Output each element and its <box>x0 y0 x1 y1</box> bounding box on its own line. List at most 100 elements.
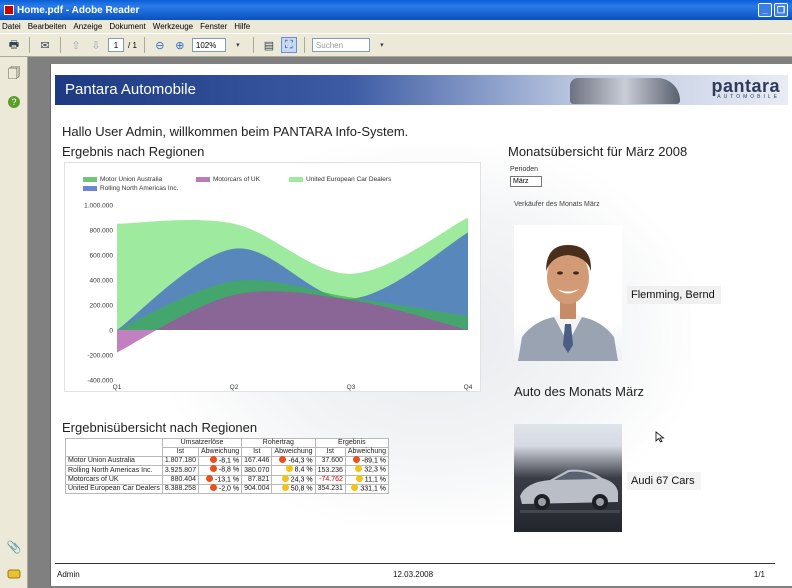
data-point <box>116 223 118 225</box>
data-point <box>467 217 469 219</box>
page-number-input[interactable]: 1 <box>108 38 124 52</box>
deviation-value: -13,1 % <box>215 476 240 484</box>
data-point <box>233 294 235 296</box>
collaborate-icon[interactable]: ✉ <box>37 37 53 53</box>
next-page-icon[interactable]: ⇩ <box>88 37 104 53</box>
results-table-title: Ergebnisübersicht nach Regionen <box>62 420 258 435</box>
y-tick-label: 200.000 <box>90 303 114 310</box>
search-options-icon[interactable]: ▾ <box>374 37 390 53</box>
data-point <box>233 223 235 225</box>
car-name: Audi 67 Cars <box>627 472 701 490</box>
menu-hilfe[interactable]: Hilfe <box>234 22 250 31</box>
zoom-in-icon[interactable]: ⊕ <box>172 37 188 53</box>
table-cell-deviation: 8,4 % <box>271 465 316 476</box>
toolbar-divider <box>252 37 254 53</box>
table-cell-deviation: -8,1 % <box>197 455 243 467</box>
banner-car-image <box>570 78 680 104</box>
status-indicator-icon <box>352 456 360 463</box>
data-point <box>233 280 235 282</box>
y-tick-label: -200.000 <box>87 353 113 360</box>
table-cell-deviation: 32,3 % <box>344 465 390 476</box>
toolbar-divider <box>143 37 145 53</box>
zoom-select[interactable]: 102% <box>191 38 226 52</box>
menu-fenster[interactable]: Fenster <box>200 22 227 31</box>
toolbar-divider <box>60 37 61 53</box>
table-cell-value: -74.762 <box>314 474 346 486</box>
menu-dokument[interactable]: Dokument <box>109 22 145 31</box>
zoom-out-icon[interactable]: ⊖ <box>152 37 168 53</box>
table-cell-value: 37.600 <box>314 455 346 467</box>
data-point <box>350 273 352 275</box>
document-area[interactable]: Pantara Automobile pantara AUTOMOBILE Ha… <box>28 57 792 588</box>
seller-photo <box>514 225 622 361</box>
help-icon[interactable]: ? <box>6 95 22 111</box>
x-tick-label: Q3 <box>347 384 356 391</box>
footer-user: Admin <box>57 570 80 579</box>
chevron-down-icon[interactable]: ▾ <box>230 37 246 53</box>
table-cell-value: 167.446 <box>241 455 273 467</box>
status-indicator-icon <box>209 484 217 492</box>
x-tick-label: Q4 <box>464 384 473 391</box>
pdf-page: Pantara Automobile pantara AUTOMOBILE Ha… <box>50 64 792 586</box>
table-header-empty <box>65 447 163 457</box>
table-cell-value: 880.404 <box>161 474 199 486</box>
table-cell-value: 153.236 <box>314 465 346 476</box>
deviation-value: -8,8 % <box>218 466 240 474</box>
table-cell-value: 380.070 <box>241 465 273 476</box>
table-cell-value: 354.231 <box>314 484 346 495</box>
pantara-logo: pantara AUTOMOBILE <box>711 76 780 100</box>
table-cell-value: 3.925.807 <box>161 465 199 476</box>
status-indicator-icon <box>351 484 359 492</box>
toolbar-divider <box>303 37 305 53</box>
toolbar: 🖶 ✉ ⇧ ⇩ 1 / 1 ⊖ ⊕ 102% ▾ ▤ ⛶ Suchen ▾ <box>0 33 792 57</box>
previous-page-icon[interactable]: ⇧ <box>68 37 84 53</box>
seller-name: Flemming, Bernd <box>627 286 721 304</box>
window-title: Home.pdf - Adobe Reader <box>17 4 140 16</box>
table-cell-region: Motorcars of UK <box>65 474 163 486</box>
menu-werkzeuge[interactable]: Werkzeuge <box>153 22 193 31</box>
table-subheader-row: Ist Abweichung Ist Abweichung Ist Abweic… <box>65 447 390 457</box>
x-tick-label: Q1 <box>113 384 122 391</box>
table-cell-value: 904.004 <box>241 484 273 495</box>
data-point <box>233 248 235 250</box>
deviation-value: 32,3 % <box>364 466 387 474</box>
menu-anzeige[interactable]: Anzeige <box>73 22 102 31</box>
footer-date: 12.03.2008 <box>393 570 434 579</box>
table-cell-value: 8.388.258 <box>161 484 199 495</box>
table-cell-region: Rolling North Americas Inc. <box>65 465 163 476</box>
period-select[interactable]: März <box>510 176 542 187</box>
status-indicator-icon <box>355 465 363 473</box>
table-header-row: Umsatzerlöse Rohertrag Ergebnis <box>65 438 390 448</box>
deviation-value: 11,1 % <box>364 476 387 484</box>
mouse-cursor-icon <box>655 431 665 443</box>
y-tick-label: 0 <box>109 328 113 335</box>
table-cell-deviation: 331,1 % <box>344 484 390 495</box>
table-subheader: Abweichung <box>344 447 390 457</box>
toolbar-divider <box>29 37 30 53</box>
minimize-button[interactable]: _ <box>758 3 772 17</box>
y-tick-label: -400.000 <box>87 378 113 385</box>
search-input[interactable]: Suchen <box>311 38 370 52</box>
header-title: Pantara Automobile <box>65 81 196 98</box>
navigation-panel: 🗍 ? 📎 <box>0 57 28 588</box>
table-cell-deviation: -2,0 % <box>197 484 243 495</box>
pages-icon[interactable]: 🗍 <box>6 65 22 81</box>
comments-icon[interactable] <box>6 569 22 585</box>
deviation-value: -2,0 % <box>218 485 240 493</box>
welcome-text: Hallo User Admin, willkommen beim PANTAR… <box>62 124 409 139</box>
menu-bar: Datei Bearbeiten Anzeige Dokument Werkze… <box>0 20 792 33</box>
table-cell-value: 87.821 <box>241 474 273 486</box>
deviation-value: 331,1 % <box>360 485 387 493</box>
table-group-header: Rohertrag <box>241 438 316 448</box>
fit-width-icon[interactable]: ⛶ <box>280 37 297 53</box>
data-point <box>116 352 118 354</box>
status-indicator-icon <box>206 474 213 482</box>
print-icon[interactable]: 🖶 <box>6 37 22 53</box>
table-subheader: Ist <box>161 447 199 457</box>
menu-bearbeiten[interactable]: Bearbeiten <box>28 22 67 31</box>
table-subheader: Abweichung <box>197 447 243 457</box>
restore-button[interactable]: ❐ <box>774 3 788 17</box>
fit-page-icon[interactable]: ▤ <box>261 37 277 53</box>
menu-datei[interactable]: Datei <box>2 22 21 31</box>
attachment-icon[interactable]: 📎 <box>6 539 22 555</box>
